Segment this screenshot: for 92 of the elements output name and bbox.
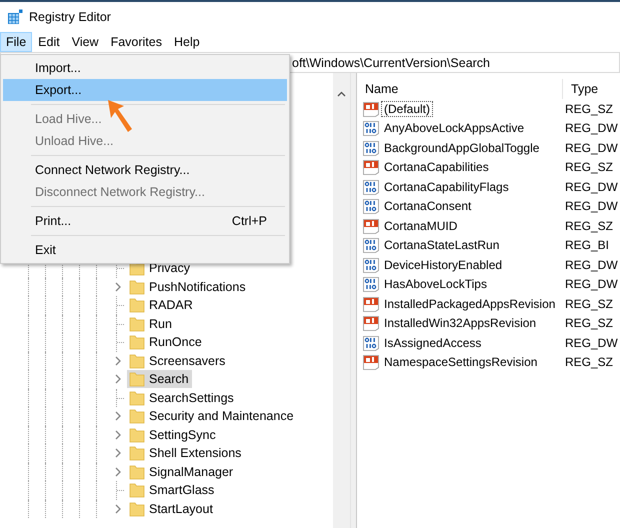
folder-icon xyxy=(129,464,145,480)
value-name[interactable]: BackgroundAppGlobalToggle xyxy=(381,140,542,156)
binary-value-icon xyxy=(363,178,379,195)
chevron-icon[interactable] xyxy=(114,356,122,366)
string-value-icon xyxy=(363,315,379,332)
chevron-icon[interactable] xyxy=(114,282,122,292)
column-header[interactable]: Type xyxy=(563,79,598,99)
value-type: REG_SZ xyxy=(564,355,614,370)
value-name[interactable]: HasAboveLockTips xyxy=(381,276,490,292)
value-type: REG_SZ xyxy=(564,102,614,116)
tree-item[interactable]: Run xyxy=(127,314,175,333)
binary-value-icon xyxy=(363,198,379,214)
menu-entry[interactable]: Print... Ctrl+P xyxy=(3,210,287,232)
tree-item[interactable]: SmartGlass xyxy=(127,481,218,500)
string-value-icon xyxy=(363,159,379,176)
menu-item[interactable]: View xyxy=(66,32,105,52)
folder-icon xyxy=(129,445,145,462)
value-type: REG_DW xyxy=(564,121,618,136)
string-value-icon xyxy=(363,354,379,370)
tree-item[interactable]: SearchSettings xyxy=(127,388,237,407)
chevron-icon[interactable] xyxy=(114,411,122,422)
menu-entry[interactable]: Exit xyxy=(3,239,287,261)
chevron-icon[interactable] xyxy=(114,504,122,514)
string-value-icon xyxy=(363,100,379,117)
value-type: REG_SZ xyxy=(564,160,614,174)
chevron-icon[interactable] xyxy=(114,374,122,384)
folder-icon xyxy=(129,371,145,388)
folder-icon xyxy=(129,482,145,498)
value-type: REG_DW xyxy=(564,277,618,292)
menu-item[interactable]: File xyxy=(0,32,32,52)
value-name[interactable]: (Default) xyxy=(381,100,434,117)
binary-value-icon xyxy=(363,276,379,292)
menu-item[interactable]: Help xyxy=(168,32,206,52)
value-type: REG_DW xyxy=(564,199,618,214)
value-type: REG_DW xyxy=(564,336,618,350)
tree-item[interactable]: SignalManager xyxy=(127,462,236,481)
tree-item[interactable]: StartLayout xyxy=(127,500,216,518)
folder-icon xyxy=(129,334,145,350)
value-type: REG_BI xyxy=(564,238,610,252)
binary-value-icon xyxy=(363,334,379,351)
value-type: REG_SZ xyxy=(564,296,614,311)
tree-item[interactable]: RunOnce xyxy=(127,333,205,352)
column-header[interactable]: Name xyxy=(357,79,563,99)
window-title: Registry Editor xyxy=(29,10,111,24)
tree-item[interactable]: SettingSync xyxy=(127,426,219,444)
tree-item[interactable]: Search xyxy=(127,370,192,388)
value-name[interactable]: CortanaConsent xyxy=(381,198,474,214)
value-name[interactable]: DeviceHistoryEnabled xyxy=(381,256,506,273)
menu-entry[interactable]: Connect Network Registry... xyxy=(3,159,287,181)
value-type: REG_DW xyxy=(564,140,618,155)
shortcut-label: Ctrl+P xyxy=(232,214,267,228)
string-value-icon xyxy=(363,218,379,234)
value-name[interactable]: IsAssignedAccess xyxy=(381,334,484,351)
folder-icon xyxy=(129,352,145,369)
binary-value-icon xyxy=(363,120,379,136)
string-value-icon xyxy=(363,296,379,312)
folder-icon xyxy=(129,390,145,406)
registry-icon xyxy=(7,9,23,25)
value-name[interactable]: NamespaceSettingsRevision xyxy=(381,354,540,370)
binary-value-icon xyxy=(363,256,379,273)
value-type: REG_SZ xyxy=(564,316,614,330)
tree-item[interactable]: Shell Extensions xyxy=(127,444,244,462)
chevron-icon[interactable] xyxy=(114,466,122,477)
folder-icon xyxy=(129,426,145,443)
value-name[interactable]: CortanaCapabilityFlags xyxy=(381,178,512,195)
scroll-up-icon[interactable] xyxy=(337,91,346,97)
value-type: REG_DW xyxy=(564,180,618,194)
binary-value-icon xyxy=(363,237,379,254)
value-name[interactable]: CortanaCapabilities xyxy=(381,159,492,176)
tree-item[interactable]: Privacy xyxy=(127,259,193,278)
value-name[interactable]: CortanaMUID xyxy=(381,218,460,234)
value-name[interactable]: AnyAboveLockAppsActive xyxy=(381,120,528,136)
folder-icon xyxy=(129,408,145,424)
tree-item[interactable]: Security and Maintenance xyxy=(127,407,297,426)
menu-item[interactable]: Edit xyxy=(32,32,66,52)
folder-icon xyxy=(129,297,145,314)
value-name[interactable]: InstalledPackagedAppsRevision xyxy=(381,296,558,312)
menu-entry[interactable]: Export... xyxy=(3,79,287,101)
value-name[interactable]: InstalledWin32AppsRevision xyxy=(381,315,540,332)
value-type: REG_DW xyxy=(564,258,618,272)
value-name[interactable]: CortanaStateLastRun xyxy=(381,237,502,254)
chevron-icon[interactable] xyxy=(114,448,122,458)
folder-icon xyxy=(129,316,145,332)
folder-icon xyxy=(129,278,145,295)
value-type: REG_SZ xyxy=(564,218,614,233)
tree-item[interactable]: Screensavers xyxy=(127,352,228,370)
folder-icon xyxy=(129,500,145,517)
chevron-icon[interactable] xyxy=(114,430,122,440)
tree-item[interactable]: PushNotifications xyxy=(127,278,249,296)
tree-item[interactable]: RADAR xyxy=(127,296,196,314)
menu-item[interactable]: Favorites xyxy=(104,32,168,52)
binary-value-icon xyxy=(363,140,379,156)
